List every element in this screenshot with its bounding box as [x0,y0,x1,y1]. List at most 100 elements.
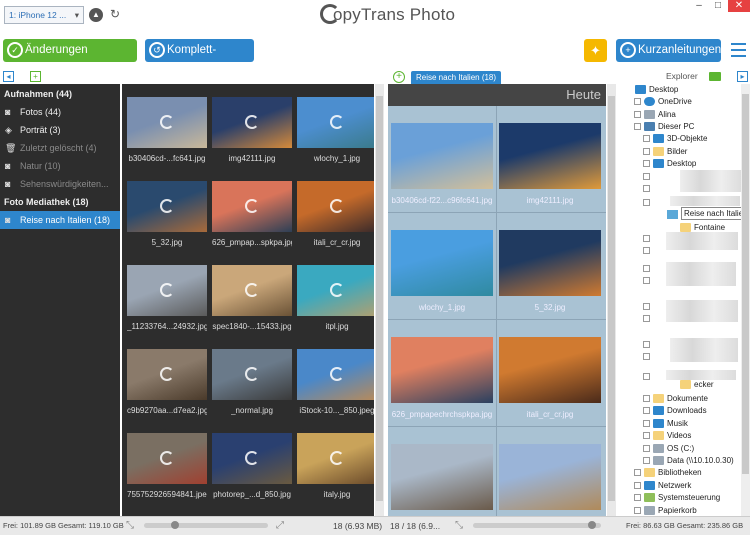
collapse-left-icon[interactable]: ◂ [3,71,14,82]
shrink-icon[interactable]: ⤡ [126,520,134,531]
tree-node[interactable]: 3D-Objekte [643,133,707,145]
photo-thumbnail[interactable]: itali_cr_cr.jpg [297,181,374,247]
tree-node[interactable]: Papierkorb [634,505,697,516]
album-item[interactable]: ◙ Reise nach Italien (18) [0,211,120,229]
tree-node[interactable]: Data (\\10.10.0.30) [643,455,734,467]
tree-node[interactable]: Netzwerk [634,480,691,492]
album-item[interactable]: Aufnahmen (44) [0,85,120,103]
photo-thumbnail[interactable]: b30406cd-f22...c96fc641.jpg [391,123,493,205]
photo-thumbnail[interactable]: 5_32.jpg [499,230,601,312]
photo-thumbnail[interactable]: iStock-10..._850.jpeg [297,349,374,415]
tree-node[interactable]: Fontaine [680,222,725,234]
minimize-icon[interactable]: – [690,0,708,12]
tree-node[interactable]: Bilder [643,146,687,158]
expand-icon[interactable]: ⤢ [276,520,284,531]
expand-icon[interactable] [643,353,650,360]
scroll-thumb[interactable] [608,96,615,501]
add-album-icon[interactable]: + [393,71,405,83]
left-zoom-slider[interactable] [144,521,268,529]
expand-icon[interactable] [634,469,641,477]
tree-node[interactable]: Musik [643,418,688,430]
expand-icon[interactable] [643,457,650,464]
expand-icon[interactable] [643,147,650,155]
tree-node[interactable]: Dokumente [643,393,708,405]
folder-icon[interactable] [709,72,721,81]
photo-thumbnail[interactable]: 626_pmpap...spkpa.jpg [212,181,292,247]
expand-icon[interactable] [643,247,650,254]
expand-icon[interactable] [643,341,650,348]
tree-node[interactable]: Downloads [643,405,707,417]
photo-thumbnail[interactable]: 626_pmpapechrchspkpa.jpg [391,337,493,419]
photo-thumbnail[interactable]: wlochy_1.jpg [297,97,374,163]
photo-thumbnail[interactable] [391,444,493,516]
expand-icon[interactable] [643,199,650,206]
expand-icon[interactable] [643,444,650,452]
tree-node[interactable]: ecker [680,379,714,391]
collapse-right-icon[interactable]: ▸ [737,71,748,82]
photo-thumbnail[interactable]: 5_32.jpg [127,181,207,247]
tree-node[interactable]: Desktop [635,84,678,96]
photo-thumbnail[interactable]: img42111.jpg [499,123,601,205]
expand-icon[interactable] [643,173,650,180]
photo-thumbnail[interactable]: wlochy_1.jpg [391,230,493,312]
left-scrollbar[interactable] [375,84,384,516]
guides-button[interactable]: + Kurzanleitungen [616,39,721,62]
save-changes-button[interactable]: ✓Änderungen speichern [3,39,137,79]
slider-knob[interactable] [588,521,597,529]
expand-icon[interactable] [643,277,650,284]
photo-thumbnail[interactable]: _11233764...24932.jpg [127,265,207,331]
expand-icon[interactable] [634,494,641,502]
expand-icon[interactable] [634,122,641,130]
photo-thumbnail[interactable]: c9b9270aa...d7ea2.jpg [127,349,207,415]
photo-thumbnail[interactable]: b30406cd-...fc641.jpg [127,97,207,163]
tab-album[interactable]: Reise nach Italien (18) [411,71,502,84]
expand-icon[interactable] [634,481,641,489]
tree-node[interactable]: Alina [634,109,676,121]
device-selector[interactable]: 1: iPhone 12 ... ▾ [4,6,84,24]
scroll-thumb[interactable] [742,94,749,474]
expand-icon[interactable] [643,407,650,415]
album-item[interactable]: ◈ Porträt (3) [0,121,120,139]
eject-icon[interactable]: ▲ [89,8,103,22]
right-scrollbar[interactable] [607,84,616,516]
right-zoom-slider[interactable] [473,521,601,529]
photo-thumbnail[interactable]: itali_cr_cr.jpg [499,337,601,419]
close-icon[interactable]: ✕ [728,0,750,12]
expand-icon[interactable] [643,265,650,272]
photo-thumbnail[interactable]: spec1840-...15433.jpg [212,265,292,331]
album-item[interactable]: ◙ Natur (10) [0,157,120,175]
shrink-icon[interactable]: ⤡ [455,520,463,531]
expand-icon[interactable] [643,395,650,402]
expand-icon[interactable] [634,110,641,118]
tree-node[interactable]: Bibliotheken [634,467,702,479]
expand-icon[interactable] [643,235,650,242]
album-item[interactable]: Foto Mediathek (18) [0,193,120,211]
expand-icon[interactable] [643,185,650,192]
album-item[interactable]: 🗑 Zuletzt gelöscht (4) [0,139,120,157]
tree-node[interactable]: Dieser PC [634,121,694,133]
photo-thumbnail[interactable]: photorep_...d_850.jpg [212,433,292,499]
photo-thumbnail[interactable]: _normal.jpg [212,349,292,415]
expand-icon[interactable] [643,315,650,322]
tree-node[interactable]: Videos [643,430,691,442]
maximize-icon[interactable]: □ [709,0,727,12]
tips-button[interactable]: ✦ [584,39,607,62]
menu-icon[interactable] [731,43,746,57]
tree-node[interactable]: Desktop [643,158,696,170]
photo-thumbnail[interactable]: italy.jpg [297,433,374,499]
expand-icon[interactable] [643,303,650,310]
album-item[interactable]: ◙ Sehenswürdigkeiten... [0,175,120,193]
slider-knob[interactable] [171,521,179,529]
explorer-scrollbar[interactable] [741,84,750,516]
tree-node[interactable]: OS (C:) [643,443,694,455]
expand-icon[interactable] [643,419,650,427]
new-album-icon[interactable]: + [30,71,41,82]
tree-node[interactable]: OneDrive [634,96,692,108]
photo-thumbnail[interactable] [499,444,601,516]
photo-thumbnail[interactable]: img42111.jpg [212,97,292,163]
full-backup-button[interactable]: ↺Komplett-Backup [145,39,254,79]
expand-icon[interactable] [634,506,641,514]
expand-icon[interactable] [643,159,650,167]
tree-node[interactable]: Systemsteuerung [634,492,720,504]
photo-thumbnail[interactable]: 755752926594841.jpeg [127,433,207,499]
